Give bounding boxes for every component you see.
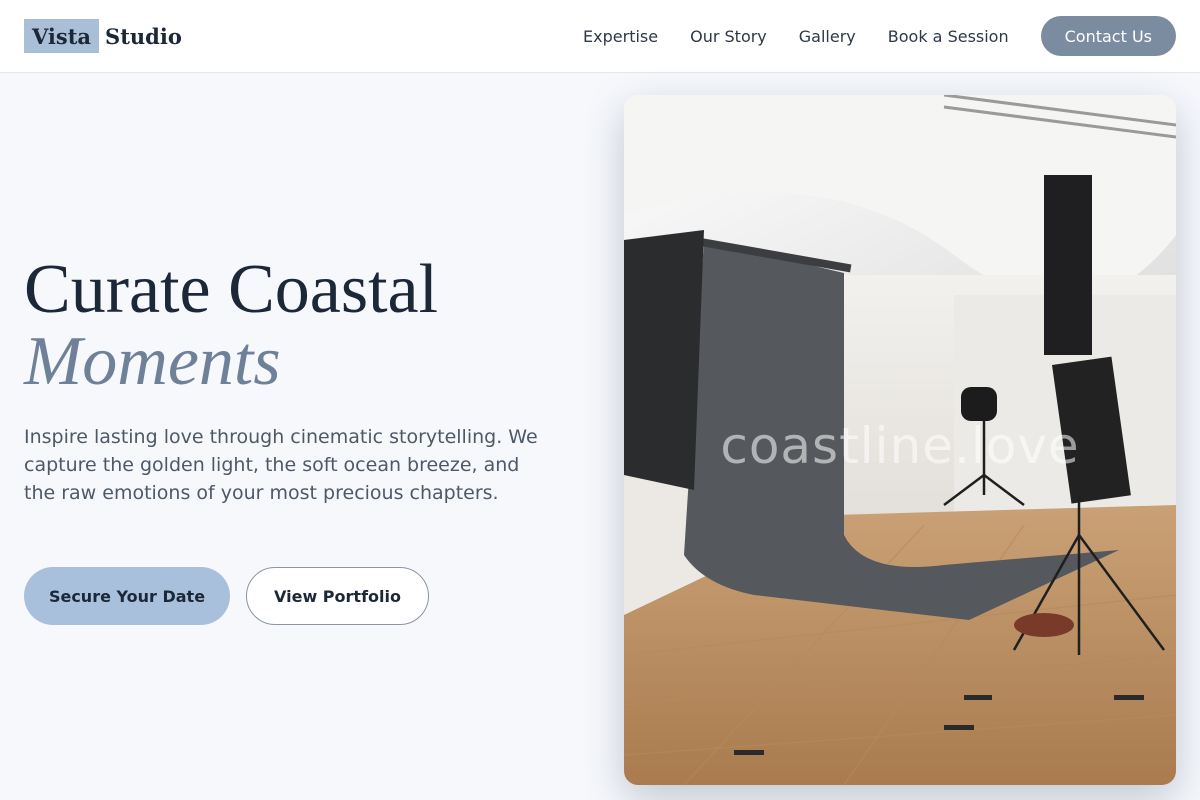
logo-highlight: Vista [24, 19, 100, 53]
nav-link-gallery[interactable]: Gallery [799, 27, 856, 46]
logo-text-studio: Studio [105, 23, 182, 49]
main-nav: Expertise Our Story Gallery Book a Sessi… [583, 16, 1176, 56]
hero-title-line1: Curate Coastal [24, 251, 439, 328]
hero-photo: coastline.love [624, 95, 1176, 785]
hero-description: Inspire lasting love through cinematic s… [24, 426, 538, 504]
hero-title-accent: Moments [24, 323, 281, 400]
secure-date-button[interactable]: Secure Your Date [24, 567, 230, 625]
view-portfolio-button[interactable]: View Portfolio [246, 567, 429, 625]
logo-text-vista: Vista [32, 23, 92, 49]
brand-logo[interactable]: Vista Studio [24, 19, 182, 53]
hero-title: Curate Coastal Moments [24, 254, 584, 398]
site-header: Vista Studio Expertise Our Story Gallery… [0, 0, 1200, 73]
nav-link-book-session[interactable]: Book a Session [888, 27, 1009, 46]
contact-us-button[interactable]: Contact Us [1040, 16, 1176, 56]
studio-photo-illustration [624, 95, 1176, 785]
nav-link-our-story[interactable]: Our Story [690, 27, 767, 46]
nav-link-expertise[interactable]: Expertise [583, 27, 658, 46]
